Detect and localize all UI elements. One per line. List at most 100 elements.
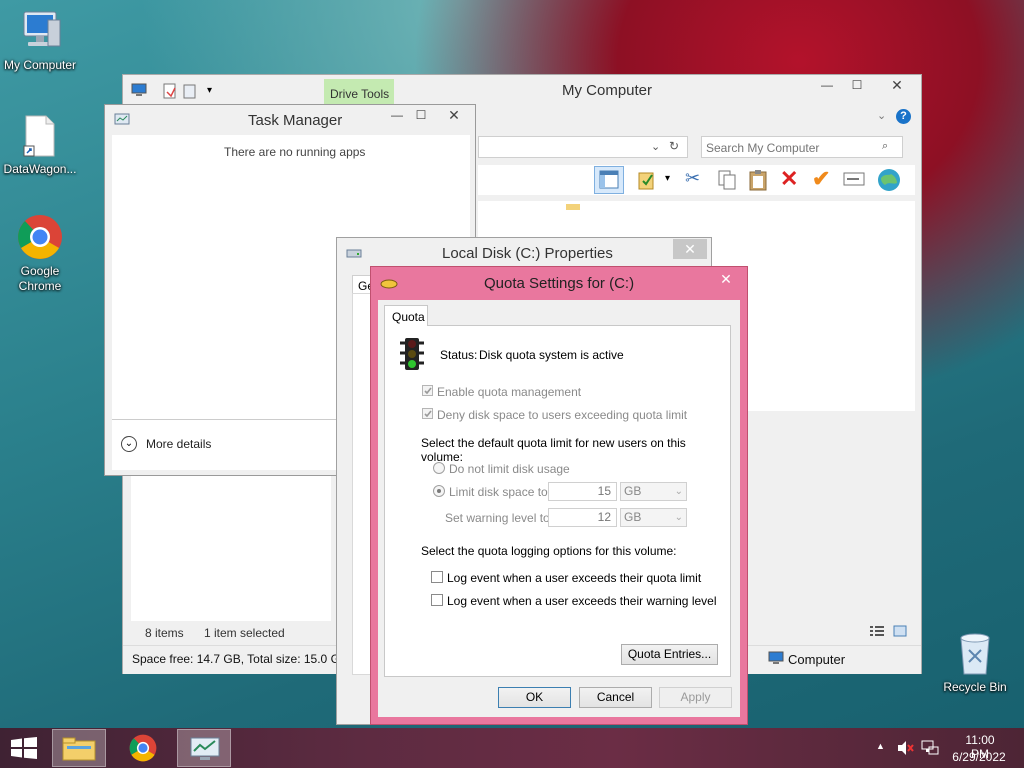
file-icon xyxy=(22,114,58,158)
network-icon[interactable] xyxy=(921,740,939,759)
help-icon[interactable]: ? xyxy=(896,109,911,124)
window-title: Task Manager xyxy=(248,112,343,129)
desktop-icon-recycle-bin[interactable]: Recycle Bin xyxy=(935,630,1015,695)
folder-icon xyxy=(566,204,580,210)
start-button[interactable] xyxy=(10,737,38,762)
enable-quota-checkbox[interactable] xyxy=(422,385,433,396)
taskbar-task-manager[interactable] xyxy=(177,729,231,767)
desktop-icon-label: Google Chrome xyxy=(18,264,62,293)
space-info: Space free: 14.7 GB, Total size: 15.0 GB xyxy=(132,652,348,666)
address-bar[interactable]: ⌄ ↻ xyxy=(478,136,688,158)
quota-settings-dialog: Quota Settings for (C:) ✕ Quota Status: … xyxy=(370,266,748,725)
new-folder-quick-icon[interactable] xyxy=(183,83,197,102)
ribbon-tab-label: Drive Tools xyxy=(330,87,390,101)
desktop-icon-datawagon[interactable]: DataWagon... xyxy=(0,114,80,177)
refresh-icon[interactable]: ↻ xyxy=(669,139,679,153)
limit-unit-value: GB xyxy=(624,484,642,498)
close-button[interactable]: ✕ xyxy=(435,105,473,125)
log-limit-label: Log event when a user exceeds their quot… xyxy=(447,571,702,585)
my-computer-titlebar[interactable]: ▾ Drive Tools My Computer — ☐ ✕ xyxy=(123,75,921,105)
details-view-icon[interactable] xyxy=(869,625,885,640)
desktop-icon-label: Recycle Bin xyxy=(943,680,1007,694)
rename-icon[interactable] xyxy=(843,171,865,190)
expand-ribbon-icon[interactable]: ⌄ xyxy=(877,109,886,122)
warning-value-input[interactable]: 12 xyxy=(548,508,617,527)
limit-value-input[interactable]: 15 xyxy=(548,482,617,501)
quota-titlebar[interactable]: Quota Settings for (C:) ✕ xyxy=(371,267,747,297)
preview-pane-button[interactable] xyxy=(594,166,624,194)
status-item-count: 8 items xyxy=(145,626,184,640)
log-warning-checkbox[interactable] xyxy=(431,594,443,606)
minimize-button[interactable]: — xyxy=(385,105,409,125)
computer-small-icon xyxy=(131,83,147,100)
window-title: Local Disk (C:) Properties xyxy=(442,245,613,262)
chevron-down-icon: ⌄ xyxy=(674,486,683,497)
disk-properties-titlebar[interactable]: Local Disk (C:) Properties ✕ xyxy=(337,238,711,268)
properties-quick-icon[interactable] xyxy=(163,83,177,102)
taskbar-file-explorer[interactable] xyxy=(52,729,106,767)
copy-icon[interactable] xyxy=(716,169,738,194)
desktop-icon-google-chrome[interactable]: Google Chrome xyxy=(0,214,80,294)
globe-icon[interactable] xyxy=(876,167,902,196)
deny-space-checkbox[interactable] xyxy=(422,408,433,419)
search-icon: ⌕ xyxy=(882,140,889,152)
status-selection: 1 item selected xyxy=(204,626,285,640)
taskbar: ▲ 11:00 PM 6/29/2022 xyxy=(0,728,1024,768)
taskbar-chrome[interactable] xyxy=(116,729,170,767)
paste-icon[interactable] xyxy=(747,168,769,195)
cancel-button[interactable]: Cancel xyxy=(579,687,652,708)
large-icons-view-icon[interactable] xyxy=(893,625,907,640)
quota-dialog-body: Quota Status: Disk quota system is activ… xyxy=(378,300,740,717)
log-warning-label: Log event when a user exceeds their warn… xyxy=(447,594,717,608)
clock-date[interactable]: 6/29/2022 xyxy=(951,750,1007,764)
no-limit-radio[interactable] xyxy=(433,462,445,474)
apply-button[interactable]: Apply xyxy=(659,687,732,708)
log-limit-checkbox[interactable] xyxy=(431,571,443,583)
maximize-button[interactable]: ☐ xyxy=(843,75,871,95)
limit-unit-select[interactable]: GB ⌄ xyxy=(620,482,687,501)
drive-icon xyxy=(346,247,362,262)
search-input[interactable] xyxy=(704,139,878,157)
minimize-button[interactable]: — xyxy=(813,75,841,95)
enable-quota-label: Enable quota management xyxy=(437,385,582,399)
customize-toolbar-icon[interactable]: ▾ xyxy=(207,85,212,96)
delete-icon[interactable]: ✕ xyxy=(780,166,798,192)
address-history-icon[interactable]: ⌄ xyxy=(651,140,660,153)
properties-dropdown-icon[interactable]: ▾ xyxy=(665,173,670,184)
warning-unit-select[interactable]: GB ⌄ xyxy=(620,508,687,527)
search-box[interactable]: ⌕ xyxy=(701,136,903,158)
quota-entries-button[interactable]: Quota Entries... xyxy=(621,644,718,665)
ribbon-context-tab[interactable]: Drive Tools xyxy=(324,79,394,105)
chevron-down-icon[interactable]: ⌄ xyxy=(121,436,137,452)
desktop-icon-my-computer[interactable]: My Computer xyxy=(0,8,80,73)
cut-icon[interactable]: ✂ xyxy=(685,168,700,189)
ok-button[interactable]: OK xyxy=(498,687,571,708)
more-details-link[interactable]: More details xyxy=(146,437,211,451)
show-hidden-icons[interactable]: ▲ xyxy=(876,741,885,751)
tab-quota[interactable]: Quota xyxy=(384,305,428,326)
default-limit-heading: Select the default quota limit for new u… xyxy=(421,436,686,464)
volume-muted-icon[interactable] xyxy=(896,740,914,759)
close-button[interactable]: ✕ xyxy=(673,239,707,259)
quota-tab-page: Status: Disk quota system is active Enab… xyxy=(384,325,731,677)
no-limit-label: Do not limit disk usage xyxy=(449,462,570,476)
warning-level-label: Set warning level to xyxy=(445,511,550,525)
traffic-light-icon xyxy=(399,337,425,374)
status-label: Status: xyxy=(440,348,478,362)
task-manager-icon xyxy=(114,113,130,130)
task-manager-titlebar[interactable]: Task Manager — ☐ ✕ xyxy=(105,105,475,135)
checkmark-icon[interactable]: ✔ xyxy=(812,166,830,192)
empty-message: There are no running apps xyxy=(224,145,366,159)
warning-unit-value: GB xyxy=(624,510,642,524)
navigation-pane xyxy=(131,475,331,621)
window-title: Quota Settings for (C:) xyxy=(484,275,635,292)
recycle-bin-icon xyxy=(955,630,995,676)
command-toolbar: ▾ ✂ ✕ ✔ xyxy=(478,165,915,195)
close-button[interactable]: ✕ xyxy=(709,269,743,289)
properties-icon[interactable] xyxy=(636,169,658,194)
maximize-button[interactable]: ☐ xyxy=(409,105,433,125)
desktop-icon-label: My Computer xyxy=(3,58,77,72)
limit-disk-radio[interactable] xyxy=(433,485,445,497)
close-button[interactable]: ✕ xyxy=(875,75,919,95)
computer-small-icon xyxy=(768,651,784,668)
